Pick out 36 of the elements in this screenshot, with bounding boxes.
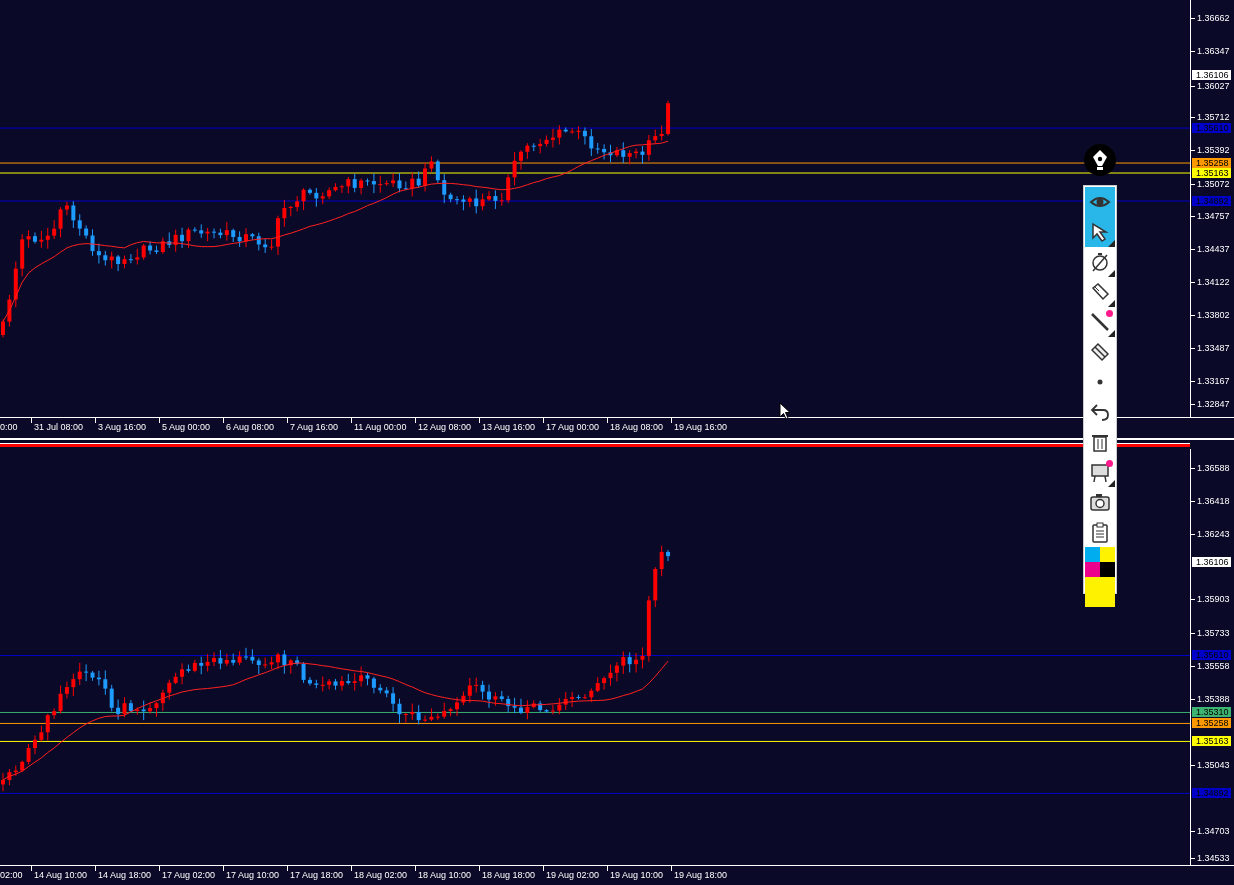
price-tick-label: 1.35733 xyxy=(1191,628,1230,638)
price-tick-label: 1.35072 xyxy=(1191,179,1230,189)
price-tick-label: 1.35712 xyxy=(1191,112,1230,122)
price-tick-label: 1.34533 xyxy=(1191,853,1230,863)
price-tick-label: 1.35388 xyxy=(1191,694,1230,704)
price-tick-label: 1.34703 xyxy=(1191,826,1230,836)
price-tick-label: 1.35392 xyxy=(1191,145,1230,155)
price-tick-label: 1.36347 xyxy=(1191,46,1230,56)
price-tick-label: 1.35043 xyxy=(1191,760,1230,770)
price-tick-label: 1.35903 xyxy=(1191,594,1230,604)
price-tick-label: 1.33487 xyxy=(1191,343,1230,353)
price-tick-label: 1.36418 xyxy=(1191,496,1230,506)
price-label: 1.35310 xyxy=(1192,707,1231,717)
price-tick-label: 1.36662 xyxy=(1191,13,1230,23)
price-tick-label: 1.36588 xyxy=(1191,463,1230,473)
time-label: 0:00 xyxy=(0,421,19,434)
price-tick-label: 1.34437 xyxy=(1191,244,1230,254)
price-label: 1.35610 xyxy=(1192,650,1231,660)
price-label: 1.35258 xyxy=(1192,158,1231,168)
price-tick-label: 1.36027 xyxy=(1191,81,1230,91)
price-label: 1.35610 xyxy=(1192,123,1231,133)
price-label: 1.35163 xyxy=(1192,736,1231,746)
price-label: 1.35258 xyxy=(1192,718,1231,728)
price-label: 1.34892 xyxy=(1192,788,1231,798)
price-tick-label: 1.33167 xyxy=(1191,376,1230,386)
time-label: 02:00 xyxy=(0,869,24,882)
price-label: 1.35163 xyxy=(1192,168,1231,178)
price-tick-label: 1.33802 xyxy=(1191,310,1230,320)
price-tick-label: 1.35558 xyxy=(1191,661,1230,671)
price-label: 1.36106 xyxy=(1192,557,1231,567)
price-tick-label: 1.32847 xyxy=(1191,399,1230,409)
price-tick-label: 1.34757 xyxy=(1191,211,1230,221)
price-tick-label: 1.36243 xyxy=(1191,529,1230,539)
price-label: 1.36106 xyxy=(1192,70,1231,80)
price-tick-label: 1.34122 xyxy=(1191,277,1230,287)
price-label: 1.34892 xyxy=(1192,196,1231,206)
